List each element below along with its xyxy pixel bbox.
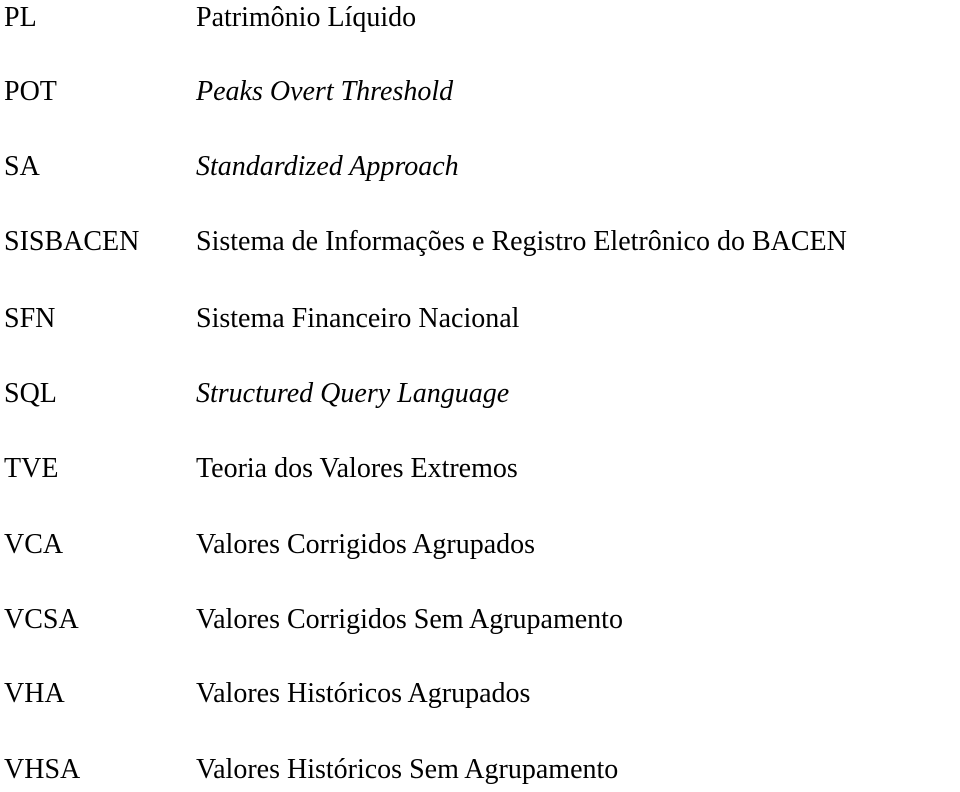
abbreviation: POT — [4, 76, 57, 107]
abbreviation: SISBACEN — [4, 226, 140, 257]
abbreviation-row: SA Standardized Approach — [0, 150, 960, 184]
abbreviation-definition: Standardized Approach — [196, 151, 459, 182]
abbreviation-row: SQL Structured Query Language — [0, 377, 960, 411]
abbreviation: VHA — [4, 678, 65, 709]
abbreviation: SA — [4, 151, 40, 182]
abbreviation: VHSA — [4, 754, 81, 785]
abbreviation-row: VHSA Valores Históricos Sem Agrupamento — [0, 753, 960, 787]
abbreviation-definition: Sistema Financeiro Nacional — [196, 303, 520, 334]
abbreviation-definition: Valores Corrigidos Agrupados — [196, 529, 536, 560]
abbreviation-definition: Valores Históricos Sem Agrupamento — [196, 754, 619, 785]
abbreviation-definition: Patrimônio Líquido — [196, 2, 417, 33]
abbreviation: TVE — [4, 453, 59, 484]
abbreviation: VCSA — [4, 604, 79, 635]
abbreviation: VCA — [4, 529, 64, 560]
abbreviation-row: PL Patrimônio Líquido — [0, 1, 960, 35]
abbreviation-definition: Sistema de Informações e Registro Eletrô… — [196, 226, 847, 257]
abbreviation-definition: Valores Corrigidos Sem Agrupamento — [196, 604, 623, 635]
abbreviation-row: VCA Valores Corrigidos Agrupados — [0, 528, 960, 562]
abbreviation-definition: Teoria dos Valores Extremos — [196, 453, 518, 484]
abbreviation: SFN — [4, 303, 56, 334]
abbreviation: SQL — [4, 378, 57, 409]
abbreviation-row: VCSA Valores Corrigidos Sem Agrupamento — [0, 603, 960, 637]
abbreviation: PL — [4, 2, 37, 33]
abbreviation-row: TVE Teoria dos Valores Extremos — [0, 452, 960, 486]
abbreviation-definition: Peaks Overt Threshold — [196, 76, 454, 107]
abbreviation-row: SISBACEN Sistema de Informações e Registr… — [0, 225, 960, 259]
abbreviation-row: VHA Valores Históricos Agrupados — [0, 677, 960, 711]
abbreviation-row: SFN Sistema Financeiro Nacional — [0, 302, 960, 336]
abbreviation-definition: Valores Históricos Agrupados — [196, 678, 531, 709]
abbreviation-row: POT Peaks Overt Threshold — [0, 75, 960, 109]
abbreviation-definition: Structured Query Language — [196, 378, 510, 409]
